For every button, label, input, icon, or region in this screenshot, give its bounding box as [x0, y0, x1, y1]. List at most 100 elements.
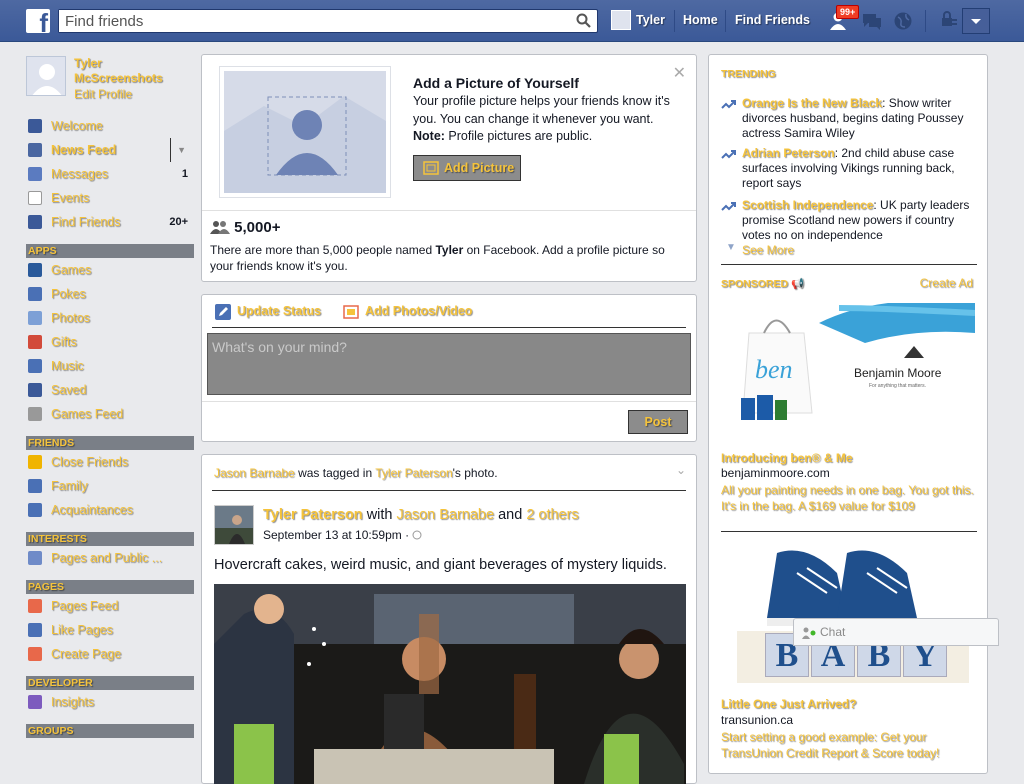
photos-icon: [28, 311, 42, 325]
chat-tab[interactable]: Chat: [793, 618, 999, 646]
ad2-url[interactable]: transunion.ca: [721, 713, 793, 727]
nav-item-pages-feed[interactable]: Pages Feed: [26, 594, 194, 618]
status-composer: Update Status Add Photos/Video What's on…: [201, 294, 697, 442]
bag-text: ben: [755, 355, 793, 384]
tag-ending: 's photo.: [452, 466, 498, 480]
timestamp-text: September 13 at 10:59pm ·: [263, 528, 413, 542]
find-friends-link[interactable]: Find Friends: [735, 13, 810, 27]
post-text: Hovercraft cakes, weird music, and giant…: [214, 557, 667, 573]
author-link[interactable]: Tyler Paterson: [263, 507, 363, 523]
globe-notifications-icon[interactable]: [893, 11, 913, 31]
news-feed-options-icon[interactable]: ▼: [170, 138, 186, 162]
divider: [721, 264, 977, 265]
story-header: Tyler Paterson with Jason Barnabe and 2 …: [263, 507, 579, 523]
family-icon: [28, 479, 42, 493]
gifts-icon: [28, 335, 42, 349]
nav-item-create-page[interactable]: Create Page: [26, 642, 194, 666]
nav-item-count: 1: [181, 168, 188, 180]
profile-picture-placeholder[interactable]: [220, 67, 390, 197]
tagged-person-link[interactable]: Jason Barnabe: [214, 466, 295, 480]
nav-item-gifts[interactable]: Gifts: [26, 330, 194, 354]
messages-icon: [28, 167, 42, 181]
search-icon[interactable]: [576, 13, 591, 28]
update-status-tab[interactable]: Update Status: [237, 304, 321, 318]
favorites-list: Welcome News Feed ▼ Messages 1 Events Find Fri…: [26, 114, 194, 234]
post-photo[interactable]: [214, 584, 686, 784]
facebook-logo[interactable]: f: [26, 9, 50, 36]
status-input[interactable]: What's on your mind?: [207, 333, 691, 395]
trending-header: TRENDING: [721, 68, 776, 80]
privacy-shortcuts-icon[interactable]: [940, 11, 958, 29]
rss-icon: [28, 551, 42, 565]
nav-item-saved[interactable]: Saved: [26, 378, 194, 402]
author-avatar[interactable]: [214, 505, 254, 545]
photo-owner-link[interactable]: Tyler Paterson: [375, 466, 452, 480]
name-count-value: 5,000+: [234, 219, 281, 236]
star-icon: [28, 455, 42, 469]
nav-item-label: Welcome: [51, 119, 103, 133]
account-menu-button[interactable]: [962, 8, 990, 34]
trending-topic-link[interactable]: Adrian Peterson: [742, 146, 835, 160]
home-link[interactable]: Home: [683, 13, 718, 27]
nav-item-music[interactable]: Music: [26, 354, 194, 378]
notification-badge: 99+: [836, 5, 860, 19]
trending-item[interactable]: Orange Is the New Black: Show writer div…: [721, 96, 977, 141]
nav-item-find-friends[interactable]: Find Friends 20+: [26, 210, 194, 234]
name-count-text: There are more than 5,000 people named T…: [210, 242, 680, 274]
others-link[interactable]: 2 others: [526, 507, 578, 523]
post-button[interactable]: Post: [628, 410, 688, 434]
silhouette-icon: [224, 96, 386, 193]
ad-image-baby[interactable]: BABY: [737, 543, 969, 683]
nav-item-label: Music: [51, 359, 84, 373]
nav-item-family[interactable]: Family: [26, 474, 194, 498]
left-nav: Tyler McScreenshots Edit Profile Welcome…: [26, 56, 194, 738]
add-picture-button[interactable]: Add Picture: [413, 155, 521, 181]
nav-item-pages-and-public[interactable]: Pages and Public ...: [26, 546, 194, 570]
nav-item-insights[interactable]: Insights: [26, 690, 194, 714]
profile-avatar[interactable]: [26, 56, 66, 96]
search-input[interactable]: [59, 10, 559, 32]
nav-item-news-feed[interactable]: News Feed ▼: [26, 138, 194, 162]
chevron-down-icon: [971, 19, 981, 24]
nav-item-games[interactable]: Games: [26, 258, 194, 282]
nav-item-label: Family: [51, 479, 88, 493]
add-profile-picture-card: Add a Picture of Yourself Your profile p…: [201, 54, 697, 282]
trending-topic-link[interactable]: Orange Is the New Black: [742, 96, 882, 110]
nav-item-pokes[interactable]: Pokes: [26, 282, 194, 306]
profile-link[interactable]: Tyler: [636, 13, 665, 27]
trending-topic-link[interactable]: Scottish Independence: [742, 198, 873, 212]
default-avatar-icon: [32, 64, 62, 95]
note-label: Note:: [413, 129, 445, 143]
trending-item[interactable]: Scottish Independence: UK party leaders …: [721, 198, 977, 243]
nav-item-like-pages[interactable]: Like Pages: [26, 618, 194, 642]
add-photos-video-tab[interactable]: Add Photos/Video: [365, 304, 472, 318]
create-ad-link[interactable]: Create Ad: [920, 276, 973, 290]
chevron-down-icon[interactable]: ⌄: [676, 463, 686, 477]
nav-item-messages[interactable]: Messages 1: [26, 162, 194, 186]
divider: [674, 10, 675, 32]
nav-item-events[interactable]: Events: [26, 186, 194, 210]
tagged-friend-link[interactable]: Jason Barnabe: [397, 507, 495, 523]
profile-name-link[interactable]: Tyler McScreenshots: [74, 56, 184, 86]
see-more-link[interactable]: See More: [742, 243, 794, 257]
picture-prompt-text: Your profile picture helps your friends …: [413, 93, 678, 146]
ad-image-benjamin-moore[interactable]: ben Benjamin Moore For anything that mat…: [739, 300, 976, 425]
ad1-title[interactable]: Introducing ben® & Me: [721, 451, 853, 465]
nav-item-label: Games: [51, 263, 92, 277]
ad1-url[interactable]: benjaminmoore.com: [721, 466, 830, 480]
sponsored-label: SPONSORED: [721, 278, 789, 290]
messages-icon[interactable]: [861, 11, 883, 31]
story-context: Jason Barnabe was tagged in Tyler Paters…: [214, 466, 498, 480]
nav-item-photos[interactable]: Photos: [26, 306, 194, 330]
search-box[interactable]: [58, 9, 598, 33]
trending-item[interactable]: Adrian Peterson: 2nd child abuse case su…: [721, 146, 977, 191]
nav-item-acquaintances[interactable]: Acquaintances: [26, 498, 194, 522]
close-icon[interactable]: ✕: [673, 63, 686, 83]
post-timestamp[interactable]: September 13 at 10:59pm ·: [263, 528, 422, 542]
edit-profile-link[interactable]: Edit Profile: [74, 87, 132, 101]
user-avatar-small[interactable]: [611, 10, 631, 30]
ad2-title[interactable]: Little One Just Arrived?: [721, 697, 857, 711]
nav-item-close-friends[interactable]: Close Friends: [26, 450, 194, 474]
nav-item-welcome[interactable]: Welcome: [26, 114, 194, 138]
nav-item-games-feed[interactable]: Games Feed: [26, 402, 194, 426]
